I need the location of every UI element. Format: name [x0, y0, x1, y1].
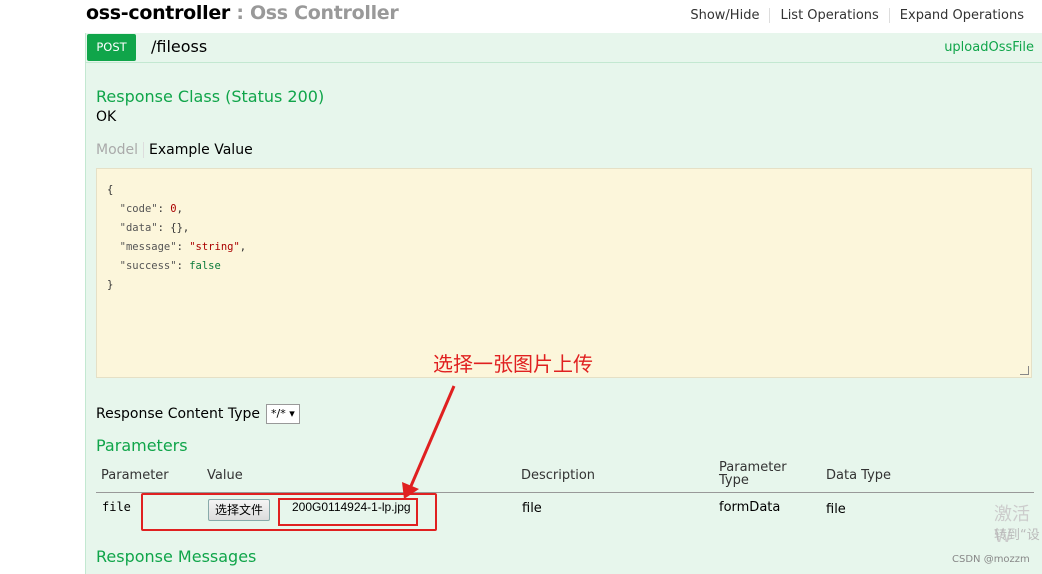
expand-operations-link[interactable]: Expand Operations [888, 8, 1034, 23]
header-value: Value [207, 468, 243, 483]
resize-grip-icon[interactable] [1020, 366, 1029, 375]
controller-description: Oss Controller [249, 2, 399, 24]
header-parameter: Parameter [101, 468, 169, 483]
response-content-type-row: Response Content Type */* ▾ [96, 404, 300, 424]
response-content-type-label: Response Content Type [96, 406, 260, 422]
annotation-highlight-file [278, 498, 418, 526]
example-json: { "code": 0, "data": {}, "message": "str… [107, 184, 247, 291]
activation-watermark-sub: 转到“设 [994, 528, 1040, 543]
controller-title[interactable]: oss-controller : Oss Controller [86, 2, 399, 24]
controller-name[interactable]: oss-controller [86, 2, 230, 24]
tab-model[interactable]: Model [96, 142, 145, 158]
header-description: Description [521, 468, 596, 483]
response-class-text: OK [96, 109, 117, 125]
controller-actions: Show/Hide List Operations Expand Operati… [680, 8, 1034, 23]
model-tabs: Model Example Value [96, 142, 253, 158]
dropdown-arrow-icon: ▾ [289, 407, 295, 420]
param-name: file [102, 500, 131, 514]
credit-watermark: CSDN @mozzm [952, 554, 1030, 565]
operation-heading[interactable]: POST /fileoss uploadOssFile [86, 33, 1042, 63]
list-operations-link[interactable]: List Operations [769, 8, 888, 23]
parameters-title: Parameters [96, 436, 188, 455]
operation-nickname[interactable]: uploadOssFile [944, 40, 1034, 55]
param-data-type: file [826, 502, 846, 517]
tab-example-value[interactable]: Example Value [144, 142, 253, 158]
header-parameter-type: Parameter Type [719, 460, 787, 488]
controller-separator: : [230, 2, 250, 24]
header-data-type: Data Type [826, 468, 892, 483]
response-messages-title: Response Messages [96, 547, 257, 566]
param-description: file [522, 501, 542, 516]
operation-path[interactable]: /fileoss [151, 37, 207, 56]
response-content-type-select[interactable]: */* ▾ [265, 404, 300, 424]
show-hide-link[interactable]: Show/Hide [680, 8, 769, 23]
annotation-text: 选择一张图片上传 [433, 352, 593, 376]
param-type: formData [719, 500, 781, 515]
parameters-header: Parameter Value Description Parameter Ty… [96, 460, 1034, 493]
response-class-title: Response Class (Status 200) [96, 87, 325, 106]
example-value-textarea[interactable]: { "code": 0, "data": {}, "message": "str… [96, 168, 1032, 378]
http-method-badge[interactable]: POST [87, 34, 136, 61]
